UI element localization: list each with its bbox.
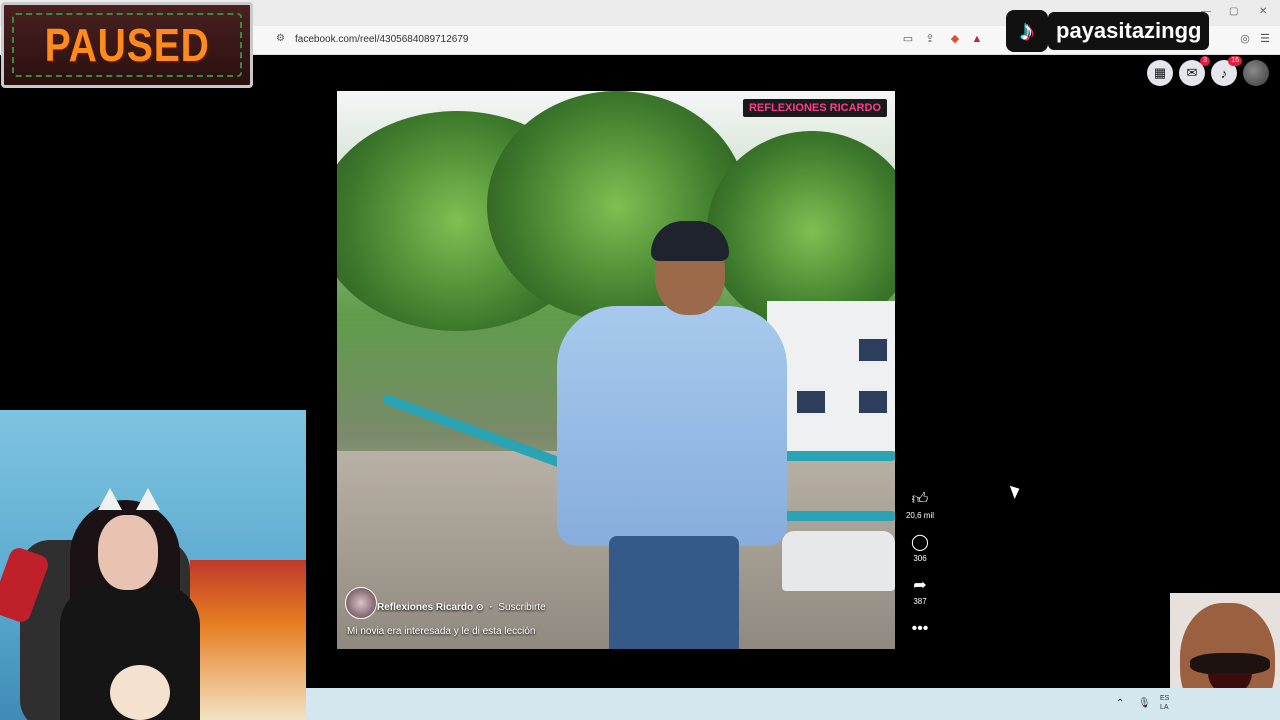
lang-top: ES [1160, 695, 1170, 702]
cat-ear-icon [136, 488, 160, 510]
brave-shield-icon[interactable]: ◆ [948, 32, 962, 46]
language-indicator[interactable]: ES LA [1160, 694, 1169, 712]
close-icon[interactable]: ✕ [1259, 6, 1267, 17]
brave-rewards-icon[interactable]: ▲ [970, 32, 984, 46]
reel-watermark: REFLEXIONES RICARDO [742, 99, 887, 117]
cat-ear-icon [98, 488, 122, 510]
webcam-bed [190, 560, 306, 720]
url-text[interactable]: facebook.com/reel/4305684089712679 [295, 34, 468, 45]
mouse-cursor-icon [1009, 483, 1023, 499]
screen-cast-icon[interactable]: ▭ [901, 32, 915, 46]
notifications-bell-icon[interactable]: ♪ 16 [1211, 56, 1242, 86]
video-window [859, 391, 887, 413]
comment-icon[interactable]: ◯ [903, 534, 937, 552]
more-options-icon[interactable]: ••• [903, 620, 937, 638]
lang-bottom: LA [1160, 704, 1169, 711]
share-arrow-icon[interactable]: ➦ [903, 577, 937, 595]
reel-caption: Mi novia era interesada y le di esta lec… [347, 626, 536, 637]
thumbs-up-icon[interactable]: 👍︎ [903, 491, 937, 509]
follow-button[interactable]: Suscribirte [498, 602, 545, 613]
streamer-webcam [0, 410, 306, 720]
video-car [782, 531, 895, 591]
author-name[interactable]: Reflexiones Ricardo [377, 602, 473, 613]
taskbar [306, 688, 1280, 720]
like-count: 20,6 mil [905, 511, 934, 520]
verified-icon: ⊙ [475, 602, 484, 612]
like-action[interactable]: 👍︎ 20,6 mil [903, 491, 937, 520]
notifications-badge: 16 [1228, 56, 1242, 66]
video-window [797, 391, 825, 413]
messenger-icon[interactable]: ✉ 3 [1179, 56, 1210, 86]
tray-chevron-up-icon[interactable]: ⌃ [1116, 698, 1124, 709]
share-count: 387 [913, 597, 927, 606]
site-info-icon[interactable]: ⚙ [276, 34, 286, 44]
webcam-face [98, 515, 158, 590]
maximize-icon[interactable]: ▢ [1229, 6, 1238, 17]
paused-overlay: PAUSED [1, 2, 253, 88]
share-action[interactable]: ➦ 387 [903, 577, 937, 606]
more-action[interactable]: ••• [903, 620, 937, 638]
menu-icon[interactable]: ☰ [1258, 32, 1272, 46]
paused-label: PAUSED [44, 19, 210, 71]
video-person-jeans [609, 536, 739, 649]
messenger-badge: 3 [1200, 56, 1210, 66]
author-avatar[interactable] [345, 587, 377, 619]
tiktok-logo-icon: ♪ [1006, 10, 1048, 52]
tiktok-handle: payasitazingg [1048, 12, 1210, 50]
profile-avatar[interactable] [1243, 60, 1269, 86]
microphone-icon[interactable]: 🎙︎ [1138, 698, 1151, 709]
webcam-cat [110, 665, 170, 720]
share-icon[interactable]: ⇪ [923, 32, 937, 46]
meme-mustache [1190, 653, 1270, 675]
separator-dot: · [489, 602, 493, 613]
grid-menu-icon[interactable]: ▦ [1147, 60, 1173, 86]
extension-shield-icon[interactable]: ◎ [1238, 32, 1252, 46]
comment-action[interactable]: ◯ 306 [903, 534, 937, 563]
video-person-shirt [557, 306, 787, 546]
comment-count: 306 [913, 554, 927, 563]
video-window [859, 339, 887, 361]
reel-video[interactable]: REFLEXIONES RICARDO Reflexiones Ricardo … [337, 91, 895, 649]
reel-author-line: Reflexiones Ricardo ⊙ · Suscribirte [377, 602, 546, 613]
